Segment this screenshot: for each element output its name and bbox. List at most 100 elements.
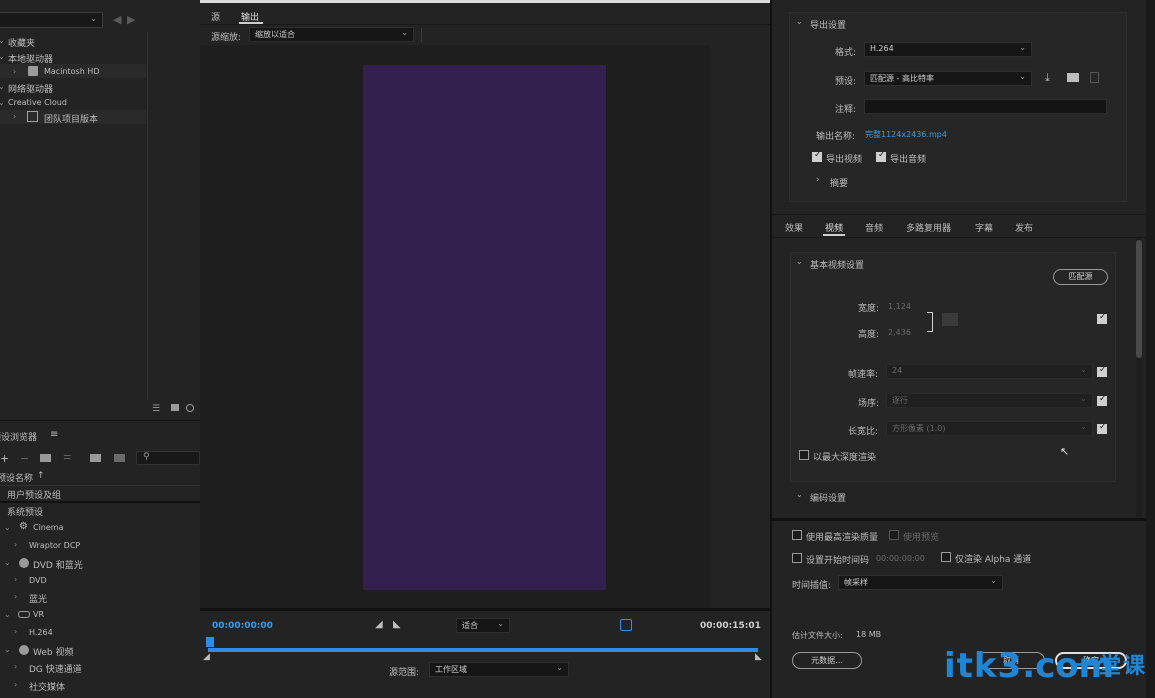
expand-arrow-icon[interactable]: ⌄ [0, 36, 5, 45]
preset-item-dvd[interactable]: DVD [29, 576, 47, 585]
aspect-override-checkbox[interactable] [1097, 422, 1107, 434]
max-depth-checkbox[interactable] [799, 450, 809, 460]
preset-item-h264[interactable]: H.264 [29, 628, 53, 637]
dimensions-override-checkbox[interactable] [1097, 312, 1107, 324]
save-preset-icon[interactable]: ⤓ [1045, 71, 1050, 85]
chevron-right-icon[interactable]: › [14, 575, 17, 584]
tab-captions[interactable]: 字幕 [975, 221, 993, 234]
expand-arrow-icon[interactable]: ⌄ [4, 610, 11, 619]
preset-dropdown[interactable]: 匹配源 - 高比特率 ⌄ [864, 71, 1032, 86]
in-point-marker-icon[interactable]: ◢ [203, 652, 210, 662]
tree-item-team-project[interactable]: 团队项目版本 [44, 112, 98, 125]
tab-multiplexer[interactable]: 多路复用器 [906, 221, 951, 234]
max-depth-label[interactable]: 以最大深度渲染 [813, 450, 876, 463]
expand-arrow-icon[interactable]: ⌄ [0, 98, 5, 107]
match-source-button[interactable]: 匹配源 [1053, 269, 1108, 285]
chevron-right-icon[interactable]: › [14, 662, 17, 671]
chevron-right-icon[interactable]: › [14, 680, 17, 689]
preset-item-dvd-bluray[interactable]: DVD 和蓝光 [33, 558, 83, 571]
render-alpha-label[interactable]: 仅渲染 Alpha 通道 [955, 552, 1031, 565]
preset-item-bluray[interactable]: 蓝光 [29, 592, 47, 605]
time-interp-dropdown[interactable]: 帧采样 ⌄ [838, 575, 1003, 590]
zoom-slider-icon[interactable] [186, 404, 194, 412]
crop-icon[interactable] [620, 619, 632, 631]
start-timecode-label[interactable]: 设置开始时间码 [806, 553, 869, 566]
timecode-start[interactable]: 00:00:00:00 [212, 621, 273, 631]
frame-rate-override-checkbox[interactable] [1097, 365, 1107, 377]
summary-expand-icon[interactable]: › [816, 175, 820, 185]
preset-item-vr[interactable]: VR [33, 610, 44, 619]
field-order-override-checkbox[interactable] [1097, 394, 1107, 406]
preset-item-wraptor[interactable]: Wraptor DCP [29, 541, 80, 550]
import-preset-icon[interactable] [90, 454, 101, 462]
format-dropdown[interactable]: H.264 ⌄ [864, 42, 1032, 57]
out-point-marker-icon[interactable]: ◣ [755, 652, 762, 662]
expand-arrow-icon[interactable]: ⌄ [0, 82, 5, 91]
set-out-point-icon[interactable]: ◣ [393, 619, 401, 630]
use-previews-label[interactable]: 使用预览 [903, 530, 939, 543]
new-group-icon[interactable] [40, 454, 51, 462]
summary-label[interactable]: 摘要 [830, 176, 848, 189]
chain-link-icon[interactable] [942, 313, 958, 326]
source-range-dropdown[interactable]: 工作区域 ⌄ [429, 662, 569, 677]
chevron-right-icon[interactable]: › [14, 592, 17, 601]
export-preset-icon[interactable] [114, 454, 125, 462]
tab-video[interactable]: 视频 [825, 221, 843, 234]
preset-search-input[interactable]: ⚲ [136, 451, 200, 465]
sort-arrow-icon[interactable]: ↑ [37, 471, 45, 481]
comment-input[interactable] [864, 99, 1107, 114]
max-render-quality-label[interactable]: 使用最高渲染质量 [806, 530, 878, 543]
preset-group-user[interactable]: 用户预设及组 [7, 488, 61, 501]
render-alpha-checkbox[interactable] [941, 552, 951, 562]
panel-menu-icon[interactable]: ≡ [50, 429, 58, 440]
list-view-icon[interactable]: ☰ [152, 404, 160, 414]
tab-source[interactable]: 源 [211, 10, 220, 23]
chevron-right-icon[interactable]: › [14, 540, 17, 549]
field-order-dropdown[interactable]: 逐行 ⌄ [886, 393, 1093, 408]
expand-arrow-icon[interactable]: ⌄ [4, 558, 11, 567]
source-scale-dropdown[interactable]: 缩放以适合 ⌄ [249, 27, 414, 42]
chevron-right-icon[interactable]: › [13, 67, 16, 76]
height-value[interactable]: 2,436 [888, 328, 911, 337]
playhead-icon[interactable] [206, 637, 214, 647]
expand-arrow-icon[interactable]: ⌄ [4, 645, 11, 654]
tree-item-network-drives[interactable]: 网络驱动器 [8, 82, 53, 95]
forward-arrow-icon[interactable]: ▶ [127, 13, 135, 26]
collapse-arrow-icon[interactable]: ⌄ [796, 490, 803, 499]
collapse-arrow-icon[interactable]: ⌄ [796, 257, 803, 266]
thumbnail-view-icon[interactable] [171, 404, 179, 411]
output-name-link[interactable]: 完整1124x2436.mp4 [865, 129, 947, 140]
use-previews-checkbox[interactable] [889, 530, 899, 540]
collapse-arrow-icon[interactable]: ⌄ [796, 17, 803, 26]
export-audio-label[interactable]: 导出音频 [890, 152, 926, 165]
tab-publish[interactable]: 发布 [1015, 221, 1033, 234]
preset-group-system[interactable]: 系统预设 [7, 505, 43, 518]
export-audio-checkbox[interactable] [876, 150, 886, 162]
expand-arrow-icon[interactable]: ⌄ [4, 523, 11, 532]
preset-item-web-video[interactable]: Web 视频 [33, 645, 73, 658]
column-header-preset-name[interactable]: 预设名称 [0, 471, 33, 484]
preset-item-social[interactable]: 社交媒体 [29, 680, 65, 693]
max-render-quality-checkbox[interactable] [792, 530, 802, 540]
expand-arrow-icon[interactable]: ⌄ [0, 52, 5, 61]
metadata-button[interactable]: 元数据... [792, 652, 862, 669]
fit-dropdown[interactable]: 适合 ⌄ [456, 618, 510, 633]
preset-item-cinema[interactable]: Cinema [33, 523, 64, 532]
chevron-right-icon[interactable]: › [13, 112, 16, 121]
aspect-dropdown[interactable]: 方形像素 (1.0) ⌄ [886, 421, 1093, 436]
set-in-point-icon[interactable]: ◢ [375, 619, 383, 630]
delete-preset-icon[interactable] [1090, 72, 1099, 83]
tab-audio[interactable]: 音频 [865, 221, 883, 234]
path-dropdown[interactable]: ⌄ [0, 12, 103, 28]
tree-item-favorites[interactable]: 收藏夹 [8, 36, 35, 49]
export-video-checkbox[interactable] [812, 150, 822, 162]
start-timecode-checkbox[interactable] [792, 553, 802, 563]
back-arrow-icon[interactable]: ◀ [113, 13, 121, 26]
tree-item-creative-cloud[interactable]: Creative Cloud [8, 98, 67, 107]
preset-settings-icon[interactable]: ⚌ [63, 452, 71, 462]
chevron-right-icon[interactable]: › [14, 627, 17, 636]
width-value[interactable]: 1,124 [888, 302, 911, 311]
timeline-track[interactable] [208, 648, 758, 652]
preset-item-dg[interactable]: DG 快速通道 [29, 662, 82, 675]
import-preset-icon[interactable] [1067, 73, 1079, 82]
